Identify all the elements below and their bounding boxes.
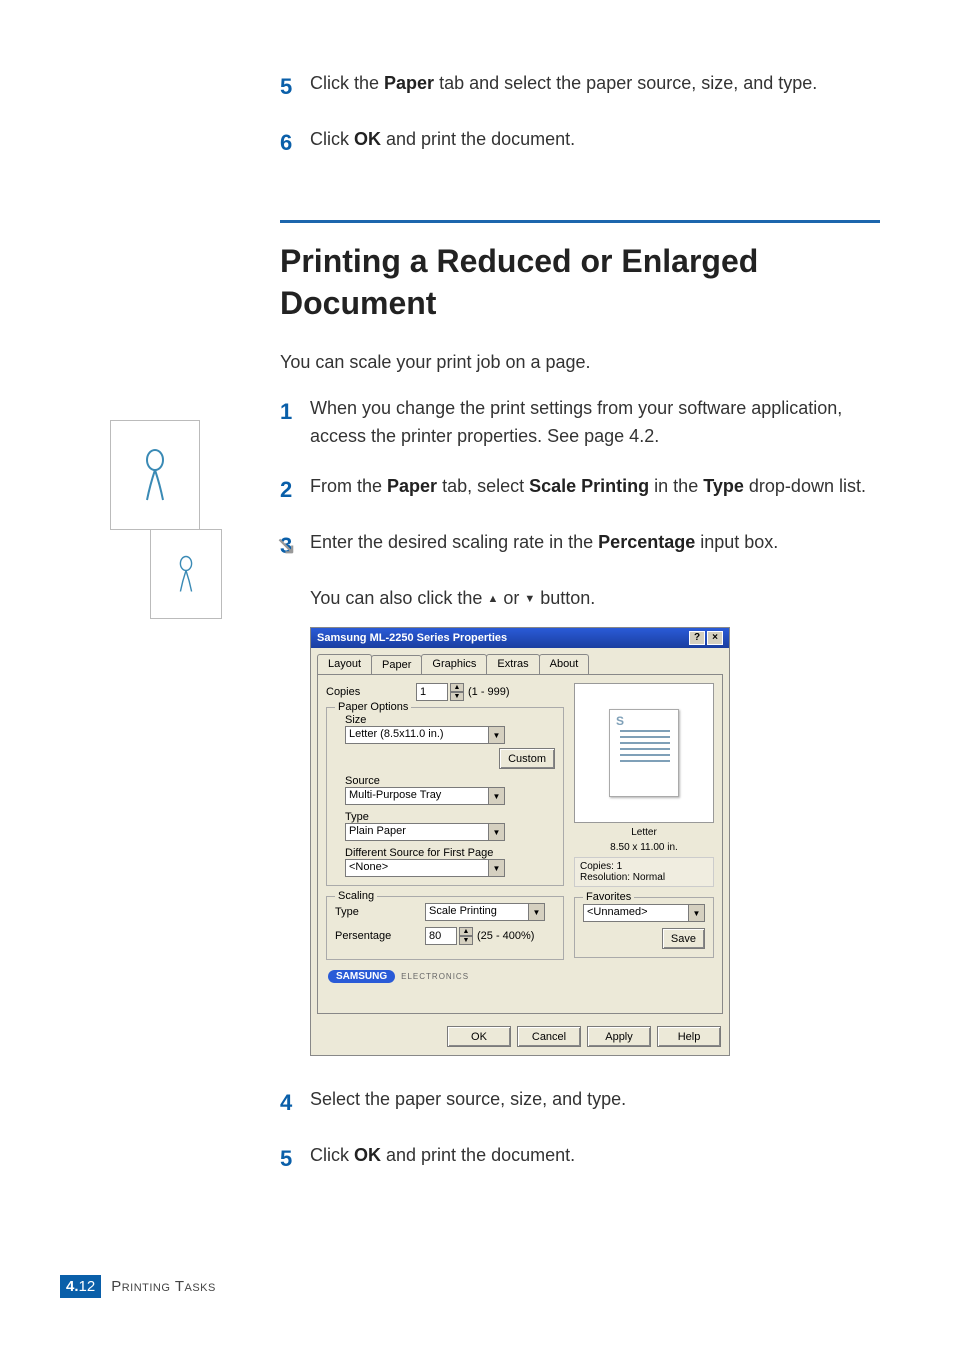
preview-page-icon: S — [609, 709, 679, 797]
type-select[interactable]: Plain Paper — [345, 823, 489, 841]
intro-text: You can scale your print job on a page. — [280, 352, 880, 373]
custom-button[interactable]: Custom — [499, 748, 555, 769]
dialog-tab-row: Layout Paper Graphics Extras About — [311, 648, 729, 674]
section-heading: Printing a Reduced or Enlarged Document — [280, 241, 880, 324]
scaling-type-select[interactable]: Scale Printing — [425, 903, 529, 921]
preview-panel: S — [574, 683, 714, 823]
brand-sub: ELECTRONICS — [401, 972, 469, 981]
step-5: 5 Click OK and print the document. — [280, 1142, 880, 1176]
step-1: 1 When you change the print settings fro… — [280, 395, 880, 451]
size-label: Size — [345, 714, 555, 726]
diff-source-label: Different Source for First Page — [345, 847, 555, 859]
step-number: 1 — [280, 395, 310, 429]
ok-button[interactable]: OK — [447, 1026, 511, 1047]
step-3: 3 Enter the desired scaling rate in the … — [280, 529, 880, 563]
step-body: When you change the print settings from … — [310, 395, 880, 451]
step-body: From the Paper tab, select Scale Printin… — [310, 473, 880, 501]
type-label: Type — [345, 811, 555, 823]
chevron-down-icon[interactable]: ▼ — [489, 823, 505, 841]
printer-properties-dialog: Samsung ML-2250 Series Properties ? × La… — [310, 627, 730, 1056]
tab-about[interactable]: About — [539, 654, 590, 674]
step-body: Click OK and print the document. — [310, 126, 880, 154]
step-number: 2 — [280, 473, 310, 507]
step-body: Enter the desired scaling rate in the Pe… — [310, 529, 880, 557]
scaling-legend: Scaling — [335, 890, 377, 902]
spinner-up-icon[interactable]: ▲ — [459, 927, 473, 936]
page-footer: 4.12 Printing Tasks — [60, 1275, 216, 1298]
step-6-top: 6 Click OK and print the document. — [280, 126, 880, 160]
spinner-down-icon[interactable]: ▼ — [459, 936, 473, 945]
chevron-down-icon[interactable]: ▼ — [489, 859, 505, 877]
side-illustration: ↘ — [110, 420, 222, 618]
preview-paper-size: 8.50 x 11.00 in. — [574, 842, 714, 853]
cancel-button[interactable]: Cancel — [517, 1026, 581, 1047]
step-number: 5 — [280, 70, 310, 104]
step-3-sub: You can also click the ▲ or ▼ button. — [310, 585, 880, 613]
copies-row: Copies ▲ ▼ (1 - 999) — [326, 683, 564, 701]
dialog-titlebar: Samsung ML-2250 Series Properties ? × — [311, 628, 729, 648]
persentage-label: Persentage — [335, 930, 425, 942]
large-page-icon — [110, 420, 200, 530]
help-button[interactable]: Help — [657, 1026, 721, 1047]
copies-input[interactable] — [416, 683, 448, 701]
tab-extras[interactable]: Extras — [486, 654, 539, 674]
preview-paper-name: Letter — [574, 827, 714, 838]
brand-logo: SAMSUNG ELECTRONICS — [328, 970, 564, 983]
save-button[interactable]: Save — [662, 928, 705, 949]
diff-source-select[interactable]: <None> — [345, 859, 489, 877]
chevron-down-icon[interactable]: ▼ — [689, 904, 705, 922]
samsung-logo: SAMSUNG — [328, 970, 395, 983]
step-2: 2 From the Paper tab, select Scale Print… — [280, 473, 880, 507]
footer-section-label: Printing Tasks — [111, 1278, 216, 1295]
step-4: 4 Select the paper source, size, and typ… — [280, 1086, 880, 1120]
copies-label: Copies — [326, 686, 416, 698]
favorites-fieldset: Favorites <Unnamed> ▼ Save — [574, 897, 714, 958]
small-page-icon — [150, 529, 222, 619]
persentage-spinner[interactable]: ▲ ▼ — [459, 927, 473, 945]
dialog-title: Samsung ML-2250 Series Properties — [317, 632, 507, 644]
arrow-down-icon: ↘ — [275, 530, 297, 561]
step-5-top: 5 Click the Paper tab and select the pap… — [280, 70, 880, 104]
step-number: 5 — [280, 1142, 310, 1176]
chevron-down-icon[interactable]: ▼ — [489, 787, 505, 805]
tab-graphics[interactable]: Graphics — [421, 654, 487, 674]
triangle-down-icon: ▼ — [524, 594, 535, 605]
triangle-up-icon: ▲ — [487, 594, 498, 605]
chevron-down-icon[interactable]: ▼ — [489, 726, 505, 744]
preview-s-mark: S — [616, 714, 624, 728]
copies-range: (1 - 999) — [468, 686, 510, 698]
step-body: Click the Paper tab and select the paper… — [310, 70, 880, 98]
scaling-type-label: Type — [335, 906, 425, 918]
paper-options-fieldset: Paper Options Size Letter (8.5x11.0 in.)… — [326, 707, 564, 886]
scaling-fieldset: Scaling Type Scale Printing ▼ Persentage — [326, 896, 564, 960]
copies-spinner[interactable]: ▲ ▼ — [450, 683, 464, 701]
favorites-select[interactable]: <Unnamed> — [583, 904, 689, 922]
help-icon[interactable]: ? — [689, 631, 705, 645]
size-select[interactable]: Letter (8.5x11.0 in.) — [345, 726, 489, 744]
step-body: Select the paper source, size, and type. — [310, 1086, 880, 1114]
step-body: Click OK and print the document. — [310, 1142, 880, 1170]
step-number: 4 — [280, 1086, 310, 1120]
tab-paper[interactable]: Paper — [371, 655, 422, 675]
page-badge: 4.12 — [60, 1275, 101, 1298]
preview-info: Copies: 1 Resolution: Normal — [574, 857, 714, 887]
section-rule — [280, 220, 880, 223]
spinner-down-icon[interactable]: ▼ — [450, 692, 464, 701]
paper-options-legend: Paper Options — [335, 701, 411, 713]
source-select[interactable]: Multi-Purpose Tray — [345, 787, 489, 805]
close-icon[interactable]: × — [707, 631, 723, 645]
source-label: Source — [345, 775, 555, 787]
spinner-up-icon[interactable]: ▲ — [450, 683, 464, 692]
chevron-down-icon[interactable]: ▼ — [529, 903, 545, 921]
favorites-legend: Favorites — [583, 891, 634, 903]
persentage-input[interactable] — [425, 927, 457, 945]
step-number: 6 — [280, 126, 310, 160]
tab-layout[interactable]: Layout — [317, 654, 372, 674]
apply-button[interactable]: Apply — [587, 1026, 651, 1047]
persentage-range: (25 - 400%) — [477, 930, 534, 942]
